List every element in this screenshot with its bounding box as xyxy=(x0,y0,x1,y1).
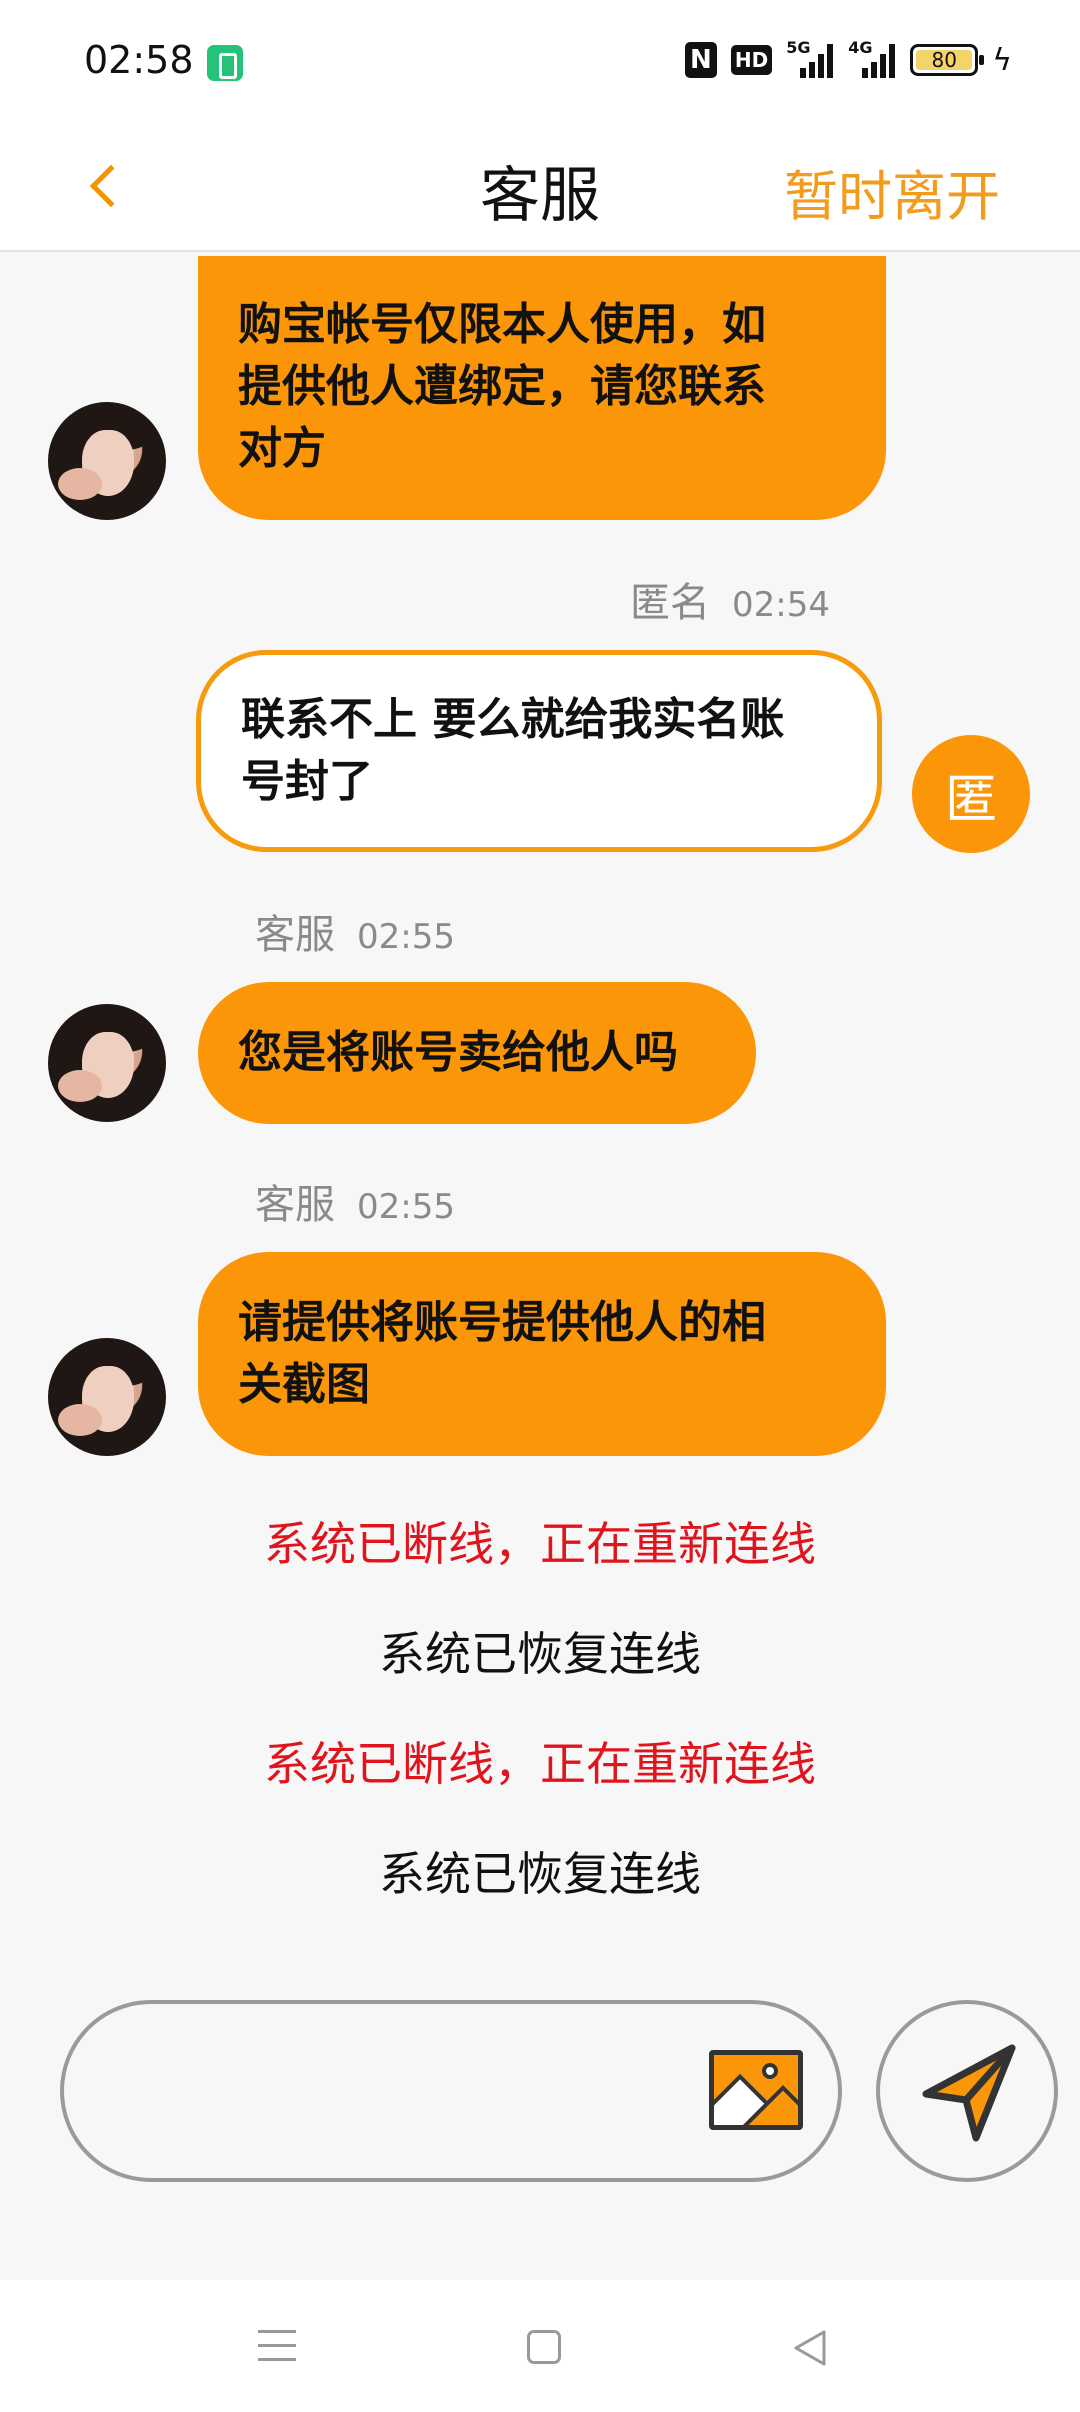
agent-avatar xyxy=(48,1338,166,1456)
message-input[interactable] xyxy=(104,2044,724,2144)
system-message: 系统已断线，正在重新连线 xyxy=(264,1517,816,1571)
message-bubble: 联系不上 要么就给我实名账 号封了 xyxy=(196,650,882,852)
nfc-icon: N xyxy=(684,42,717,78)
message-composer xyxy=(60,2000,842,2182)
menu-icon[interactable] xyxy=(258,2330,296,2362)
status-icons: N HD 5G 4G 80 ϟ xyxy=(684,38,1012,80)
battery-level: 80 xyxy=(931,48,957,72)
sender-name: 匿名 xyxy=(630,580,710,626)
message-time: 02:54 xyxy=(732,585,830,625)
status-time: 02:58 xyxy=(84,38,194,82)
message-time: 02:55 xyxy=(357,1187,455,1227)
message-meta: 客服 02:55 xyxy=(255,1172,455,1230)
sender-name: 客服 xyxy=(255,1182,335,1228)
charging-icon: ϟ xyxy=(992,42,1012,78)
system-message: 系统已恢复连线 xyxy=(379,1847,701,1901)
message-text: 请提供将账号提供他人的相 关截图 xyxy=(238,1297,766,1410)
system-message: 系统已断线，正在重新连线 xyxy=(264,1737,816,1791)
message-text: 您是将账号卖给他人吗 xyxy=(238,1027,678,1078)
message-meta: 客服 02:55 xyxy=(255,902,455,960)
agent-avatar xyxy=(48,1004,166,1122)
leave-button[interactable]: 暂时离开 xyxy=(784,152,1000,231)
message-time: 02:55 xyxy=(357,917,455,957)
signal-4g-label: 4G xyxy=(848,38,873,57)
message-bubble: 购宝帐号仅限本人使用，如 提供他人遭绑定，请您联系 对方 xyxy=(198,256,886,520)
system-message: 系统已恢复连线 xyxy=(379,1627,701,1681)
battery-icon: 80 xyxy=(910,44,985,76)
message-text: 购宝帐号仅限本人使用，如 提供他人遭绑定，请您联系 对方 xyxy=(238,299,766,474)
chat-header: 客服 暂时离开 xyxy=(0,125,1080,252)
user-avatar: 匿 xyxy=(912,735,1030,853)
send-icon xyxy=(922,2044,1016,2142)
battery-app-icon xyxy=(207,45,243,81)
signal-5g-icon: 5G xyxy=(786,38,834,78)
home-icon[interactable] xyxy=(527,2330,561,2364)
send-button[interactable] xyxy=(876,2000,1058,2182)
image-icon[interactable] xyxy=(709,2050,803,2130)
status-bar: 02:58 N HD 5G 4G 80 ϟ xyxy=(0,0,1080,125)
message-meta: 匿名 02:54 xyxy=(630,570,830,628)
message-bubble: 您是将账号卖给他人吗 xyxy=(198,982,756,1124)
hd-icon: HD xyxy=(730,45,773,75)
message-bubble: 请提供将账号提供他人的相 关截图 xyxy=(198,1252,886,1456)
signal-5g-label: 5G xyxy=(786,38,811,57)
message-text: 联系不上 要么就给我实名账 号封了 xyxy=(241,694,785,807)
signal-4g-icon: 4G xyxy=(848,38,896,78)
system-nav-bar xyxy=(0,2280,1080,2412)
agent-avatar xyxy=(48,402,166,520)
back-triangle-icon[interactable] xyxy=(790,2328,830,2368)
sender-name: 客服 xyxy=(255,912,335,958)
